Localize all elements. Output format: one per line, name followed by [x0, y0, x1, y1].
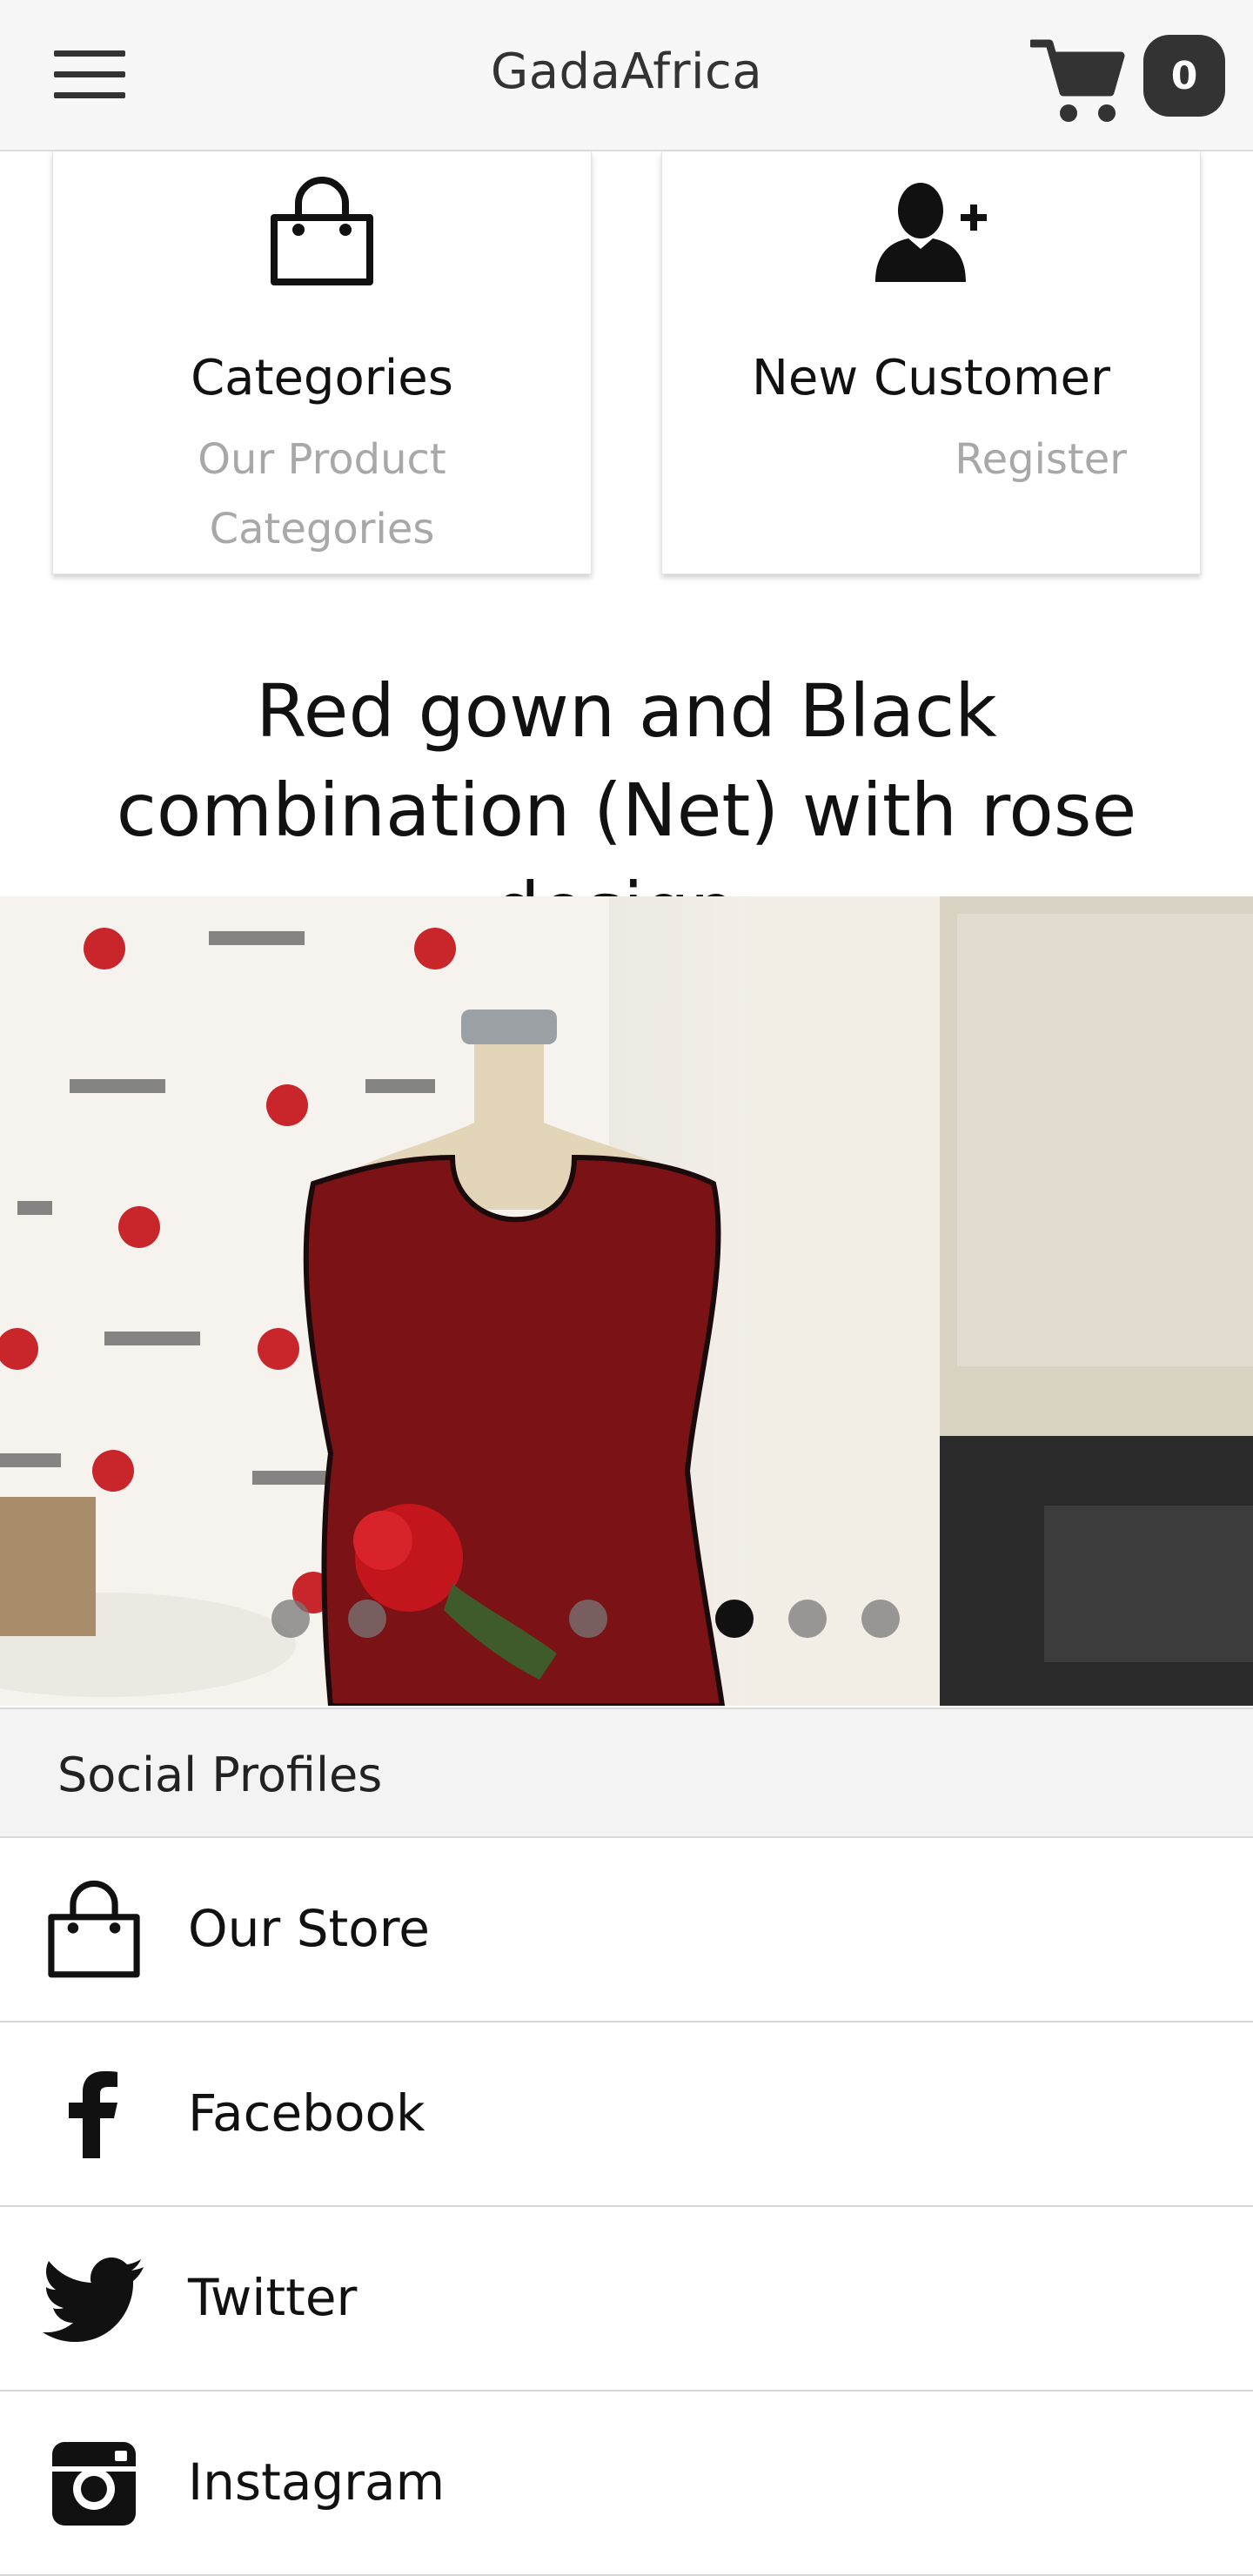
shopping-cart-icon[interactable] [1030, 35, 1126, 126]
social-item-label: Instagram [188, 2452, 446, 2512]
carousel-dot[interactable] [715, 1600, 754, 1638]
card-subtitle: Our Product Categories [198, 435, 446, 553]
social-item-facebook[interactable]: Facebook [0, 2023, 1253, 2207]
carousel-indicators [0, 1600, 1253, 1638]
carousel-dot[interactable] [788, 1600, 827, 1638]
social-item-label: Our Store [188, 1899, 430, 1958]
app-header: GadaAfrica 0 [0, 0, 1253, 151]
social-profiles-header: Social Profiles [0, 1707, 1253, 1838]
carousel-dot[interactable] [569, 1600, 607, 1638]
social-item-instagram[interactable]: Instagram [0, 2392, 1253, 2576]
categories-card[interactable]: Categories Our Product Categories [52, 151, 592, 574]
carousel-dot[interactable] [861, 1600, 900, 1638]
card-subtitle: Register [955, 435, 1127, 484]
product-image-carousel[interactable] [0, 896, 1253, 1706]
social-item-twitter[interactable]: Twitter [0, 2207, 1253, 2392]
facebook-icon [69, 2071, 117, 2158]
shopping-bag-icon [271, 177, 373, 285]
social-profiles-title: Social Profiles [57, 1748, 383, 1802]
carousel-dot[interactable] [348, 1600, 386, 1638]
twitter-icon [43, 2257, 144, 2342]
social-item-label: Facebook [188, 2083, 425, 2143]
social-item-our-store[interactable]: Our Store [0, 1838, 1253, 2023]
add-user-icon [875, 183, 987, 282]
card-title: Categories [191, 350, 453, 406]
product-photo [0, 896, 1253, 1706]
card-title: New Customer [752, 350, 1110, 406]
carousel-dot[interactable] [271, 1600, 310, 1638]
shopping-bag-icon [48, 1880, 140, 1978]
cart-count-badge[interactable]: 0 [1143, 35, 1225, 117]
social-item-label: Twitter [188, 2268, 358, 2327]
instagram-icon [52, 2442, 136, 2526]
new-customer-card[interactable]: New Customer Register [661, 151, 1201, 574]
